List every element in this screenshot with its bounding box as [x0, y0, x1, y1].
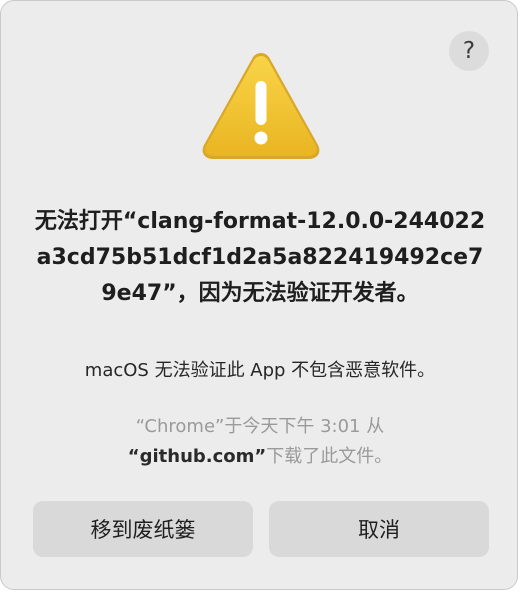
warning-triangle-icon	[202, 53, 320, 159]
move-to-trash-button[interactable]: 移到废纸篓	[33, 501, 253, 557]
security-alert-dialog: ? 无法打开“clang-format-12.0.0-244022a3cd75b…	[0, 0, 518, 590]
cancel-button[interactable]: 取消	[269, 501, 489, 557]
download-source-suffix: 下载了此文件。	[266, 446, 393, 467]
download-domain: “github.com”	[127, 446, 267, 467]
download-source-line2: “github.com”下载了此文件。	[21, 442, 499, 472]
question-mark-icon: ?	[462, 38, 476, 64]
download-source-info: “Chrome”于今天下午 3:01 从 “github.com”下载了此文件。	[21, 412, 499, 472]
dialog-title: 无法打开“clang-format-12.0.0-244022a3cd75b51…	[34, 209, 486, 306]
help-button[interactable]: ?	[449, 31, 489, 71]
dialog-message: macOS 无法验证此 App 不包含恶意软件。	[84, 360, 436, 381]
download-source-line1: “Chrome”于今天下午 3:01 从	[135, 416, 385, 437]
